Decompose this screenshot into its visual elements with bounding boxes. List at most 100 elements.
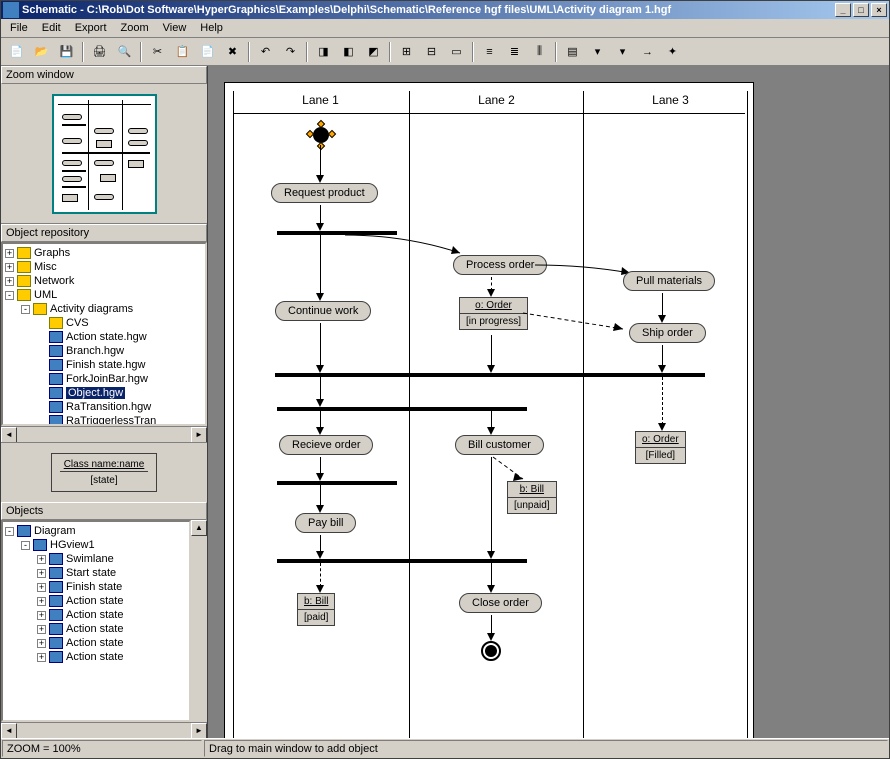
tree-label[interactable]: RaTriggerlessTran [66,415,156,426]
lane-3-header[interactable]: Lane 3 [583,93,758,107]
join-bar-1[interactable] [275,373,705,377]
tree-item[interactable]: Finish state.hgw [5,358,203,372]
activity-process-order[interactable]: Process order [453,255,547,275]
zoom-window[interactable] [1,84,207,224]
align-2-button[interactable]: ≣ [503,41,526,63]
tree-label[interactable]: Action state [66,609,123,621]
tree-label[interactable]: Action state.hgw [66,331,147,343]
zoom-thumbnail[interactable] [52,94,157,214]
new-button[interactable]: 📄 [5,41,28,63]
fork-bar-2[interactable] [277,407,527,411]
tree-label[interactable]: HGview1 [50,539,95,551]
tree-item[interactable]: +Start state [5,566,187,580]
scroll-right-button-2[interactable]: ► [191,723,207,738]
scroll-up-button[interactable]: ▲ [191,520,207,536]
scroll-right-button[interactable]: ► [191,427,207,442]
lane-1-header[interactable]: Lane 1 [233,93,408,107]
copy-button[interactable]: 📋 [171,41,194,63]
object-order-filled[interactable]: o: Order [Filled] [635,431,686,464]
select-button[interactable]: ▭ [445,41,468,63]
objects-vscroll[interactable]: ▲ [191,520,207,722]
tree-toggle[interactable]: + [37,597,46,606]
tree-item[interactable]: - Activity diagrams [5,302,203,316]
close-button[interactable]: × [871,3,887,17]
print-button[interactable]: 🖨 [88,41,111,63]
fork-bar-3[interactable] [277,481,397,485]
tree-label[interactable]: UML [34,289,57,301]
tree-label[interactable]: Finish state.hgw [66,359,145,371]
scroll-left-button-2[interactable]: ◄ [1,723,17,738]
pick-button[interactable]: ✦ [661,41,684,63]
start-state[interactable] [313,127,329,143]
tree-label[interactable]: Diagram [34,525,76,537]
tree-toggle[interactable]: - [21,305,30,314]
tool-1-button[interactable]: ◨ [312,41,335,63]
tree-item[interactable]: Object.hgw [5,386,203,400]
minimize-button[interactable]: _ [835,3,851,17]
tree-label[interactable]: Finish state [66,581,122,593]
tree-toggle[interactable]: - [5,527,14,536]
tree-item[interactable]: +Network [5,274,203,288]
activity-bill-customer[interactable]: Bill customer [455,435,544,455]
tree-item[interactable]: + Graphs [5,246,203,260]
object-preview[interactable]: Class name:name [state] [51,453,158,492]
snap-button[interactable]: ⊟ [420,41,443,63]
tree-toggle[interactable]: + [37,639,46,648]
maximize-button[interactable]: □ [853,3,869,17]
tree-label[interactable]: Graphs [34,247,70,259]
objects-scrollbar[interactable]: ◄ ► [1,722,207,738]
tool-3-button[interactable]: ◩ [362,41,385,63]
tree-item[interactable]: Action state.hgw [5,330,203,344]
diagram-canvas[interactable]: Lane 1 Lane 2 Lane 3 Request product Con… [224,82,754,738]
tree-toggle[interactable]: + [5,249,14,258]
tree-item[interactable]: +Action state [5,636,187,650]
tree-label[interactable]: Activity diagrams [50,303,133,315]
activity-pay-bill[interactable]: Pay bill [295,513,356,533]
activity-continue-work[interactable]: Continue work [275,301,371,321]
menu-zoom[interactable]: Zoom [114,20,156,36]
tree-item[interactable]: +Action state [5,650,187,664]
grid-button[interactable]: ⊞ [395,41,418,63]
tree-toggle[interactable]: + [5,263,14,272]
tree-toggle[interactable]: - [5,291,14,300]
tree-label[interactable]: ForkJoinBar.hgw [66,373,148,385]
tree-item[interactable]: ForkJoinBar.hgw [5,372,203,386]
tree-toggle[interactable]: + [37,611,46,620]
tree-label[interactable]: Action state [66,623,123,635]
tree-toggle[interactable]: + [5,277,14,286]
tree-toggle[interactable]: - [21,541,30,550]
undo-button[interactable]: ↶ [254,41,277,63]
object-order-progress[interactable]: o: Order [in progress] [459,297,528,330]
activity-recieve-order[interactable]: Recieve order [279,435,373,455]
props-button[interactable]: ▤ [561,41,584,63]
repo-scrollbar[interactable]: ◄ ► [1,426,207,442]
tree-item[interactable]: + Action state [5,622,187,636]
preview-button[interactable]: 🔍 [113,41,136,63]
redo-button[interactable]: ↷ [279,41,302,63]
tree-item[interactable]: Branch.hgw [5,344,203,358]
tree-label[interactable]: Swimlane [66,553,114,565]
menu-export[interactable]: Export [68,20,114,36]
tree-label[interactable]: Branch.hgw [66,345,124,357]
cut-button[interactable]: ✂ [146,41,169,63]
menu-file[interactable]: File [3,20,35,36]
canvas-area[interactable]: Lane 1 Lane 2 Lane 3 Request product Con… [208,66,889,738]
tree-item[interactable]: - HGview1 [5,538,187,552]
delete-button[interactable]: ✖ [221,41,244,63]
tree-item[interactable]: +Finish state [5,580,187,594]
tree-toggle[interactable]: + [37,625,46,634]
dropdown-2[interactable]: ▾ [611,41,634,63]
tree-toggle[interactable]: + [37,653,46,662]
tree-item[interactable]: CVS [5,316,203,330]
tool-2-button[interactable]: ◧ [337,41,360,63]
join-bar-2[interactable] [277,559,527,563]
tree-item[interactable]: RaTriggerlessTran [5,414,203,426]
tree-item[interactable]: - Diagram [5,524,187,538]
tree-label[interactable]: Misc [34,261,57,273]
arrow-button[interactable]: → [636,41,659,63]
tree-item[interactable]: + Action state [5,608,187,622]
menu-edit[interactable]: Edit [35,20,68,36]
activity-close-order[interactable]: Close order [459,593,542,613]
tree-label[interactable]: Start state [66,567,116,579]
tree-label[interactable]: CVS [66,317,89,329]
